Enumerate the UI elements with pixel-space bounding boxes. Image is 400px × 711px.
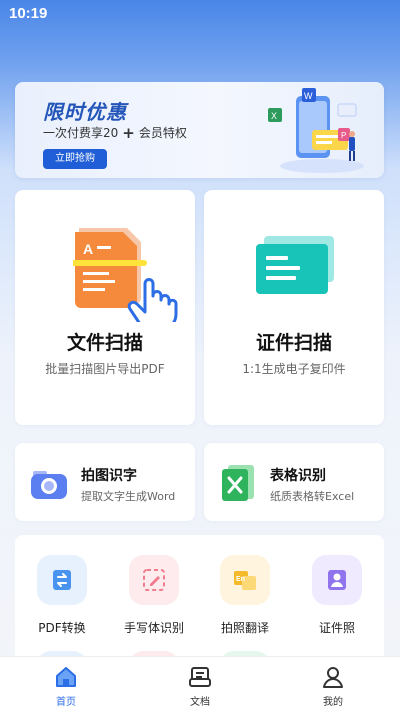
svg-text:W: W — [304, 91, 313, 101]
document-scan-title: 文件扫描 — [66, 332, 143, 354]
table-ocr-card[interactable]: 表格识别 纸质表格转Excel — [204, 443, 384, 521]
translate-icon: En — [234, 571, 256, 590]
tool-pdf-convert-label: PDF转换 — [38, 621, 86, 635]
svg-text:En: En — [236, 576, 245, 583]
promo-illustration-icon: X W P — [268, 88, 364, 173]
table-ocr-title: 表格识别 — [270, 468, 326, 484]
documents-icon — [189, 667, 211, 687]
handwriting-icon — [143, 569, 165, 591]
promo-plus: + — [122, 124, 135, 142]
status-bar: 10:19 — [0, 0, 400, 30]
id-scan-title: 证件扫描 — [255, 332, 332, 354]
tab-documents[interactable]: 文档 — [160, 665, 240, 708]
pdf-convert-icon — [53, 570, 71, 590]
document-scan-icon: A — [73, 228, 178, 322]
id-scan-subtitle: 1:1生成电子复印件 — [242, 362, 346, 376]
tab-documents-label: 文档 — [190, 697, 210, 708]
promo-title: 限时优惠 — [43, 100, 127, 124]
tab-home[interactable]: 首页 — [26, 665, 106, 708]
status-time: 10:19 — [9, 5, 48, 22]
photo-ocr-card[interactable]: 拍图识字 提取文字生成Word — [15, 443, 195, 521]
tool-translate-label: 拍照翻译 — [220, 621, 269, 635]
promo-subtitle-left: 一次付费享20 — [43, 126, 119, 140]
promo-banner[interactable]: 限时优惠 一次付费享20 + 会员特权 立即抢购 X W P — [15, 82, 384, 178]
id-scan-card[interactable]: 证件扫描 1:1生成电子复印件 — [204, 190, 384, 425]
tool-id-photo[interactable]: 证件照 — [297, 555, 377, 636]
profile-icon — [323, 667, 343, 688]
svg-text:X: X — [271, 111, 277, 121]
svg-text:A: A — [83, 241, 93, 257]
document-scan-card[interactable]: A 文件扫描 批量扫描图片导出PDF — [15, 190, 195, 425]
tab-profile[interactable]: 我的 — [293, 665, 373, 708]
id-card-icon — [256, 236, 334, 294]
camera-icon — [31, 471, 67, 499]
excel-icon — [222, 465, 254, 501]
table-ocr-subtitle: 纸质表格转Excel — [270, 490, 355, 503]
tool-handwriting-label: 手写体识别 — [123, 621, 184, 635]
id-photo-icon — [328, 570, 346, 590]
svg-text:P: P — [341, 131, 346, 140]
tab-profile-label: 我的 — [323, 697, 343, 708]
home-icon — [56, 667, 76, 687]
tab-home-label: 首页 — [56, 697, 76, 708]
tool-pdf-convert[interactable]: PDF转换 — [22, 555, 102, 636]
promo-subtitle: 一次付费享20 + 会员特权 — [43, 123, 187, 142]
photo-ocr-subtitle: 提取文字生成Word — [81, 490, 176, 503]
promo-subtitle-right: 会员特权 — [138, 126, 187, 140]
buy-now-button[interactable]: 立即抢购 — [43, 149, 107, 169]
bottom-tab-bar: 首页 文档 我的 — [0, 656, 400, 711]
document-scan-subtitle: 批量扫描图片导出PDF — [45, 362, 165, 376]
photo-ocr-title: 拍图识字 — [81, 468, 137, 484]
tool-translate[interactable]: En 拍照翻译 — [205, 555, 285, 636]
tool-handwriting[interactable]: 手写体识别 — [114, 555, 194, 636]
tool-id-photo-label: 证件照 — [318, 621, 355, 635]
